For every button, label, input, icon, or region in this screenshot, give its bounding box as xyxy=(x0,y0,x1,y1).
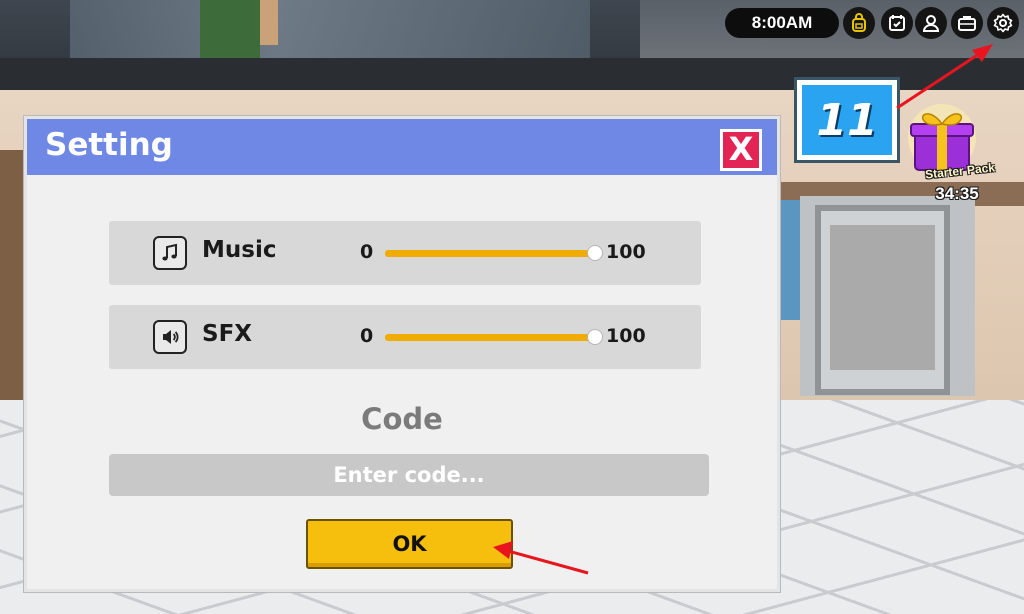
briefcase-icon xyxy=(958,16,976,31)
profile-button[interactable] xyxy=(915,7,947,39)
dialog-header: Setting X xyxy=(27,119,777,175)
backpack-icon xyxy=(852,13,866,32)
settings-dialog: Setting X Music 0 100 SFX 0 100 Code Ent… xyxy=(24,116,780,592)
code-title: Code xyxy=(361,402,443,436)
profile-icon xyxy=(922,15,940,32)
music-label: Music xyxy=(202,237,277,263)
music-setting-row: Music 0 100 xyxy=(109,221,701,285)
music-slider[interactable] xyxy=(385,245,603,261)
tv-screen: 11 xyxy=(797,80,897,160)
dialog-title: Setting xyxy=(45,127,173,163)
music-min-label: 0 xyxy=(360,241,374,263)
calendar-icon xyxy=(889,15,905,31)
clock-display: 8:00AM xyxy=(725,8,839,38)
sfx-slider[interactable] xyxy=(385,329,603,345)
pillar xyxy=(0,150,26,410)
gear-icon xyxy=(993,13,1013,33)
music-note-icon xyxy=(153,236,187,270)
sfx-max-label: 100 xyxy=(606,325,646,347)
code-input[interactable] xyxy=(109,454,709,496)
starter-pack-timer: 34:35 xyxy=(935,184,979,203)
music-slider-knob[interactable] xyxy=(587,245,603,261)
npc-character xyxy=(200,0,260,60)
ok-button[interactable]: OK xyxy=(306,519,513,569)
backpack-button[interactable] xyxy=(843,7,875,39)
sfx-slider-knob[interactable] xyxy=(587,329,603,345)
sfx-min-label: 0 xyxy=(360,325,374,347)
close-button[interactable]: X xyxy=(720,129,762,171)
music-max-label: 100 xyxy=(606,241,646,263)
speaker-icon xyxy=(153,320,187,354)
sfx-label: SFX xyxy=(202,321,253,347)
inventory-button[interactable] xyxy=(951,7,983,39)
sfx-setting-row: SFX 0 100 xyxy=(109,305,701,369)
npc-arm xyxy=(260,0,278,45)
door-window xyxy=(830,225,935,370)
calendar-button[interactable] xyxy=(881,7,913,39)
tv-number: 11 xyxy=(816,95,878,146)
settings-button[interactable] xyxy=(987,7,1019,39)
